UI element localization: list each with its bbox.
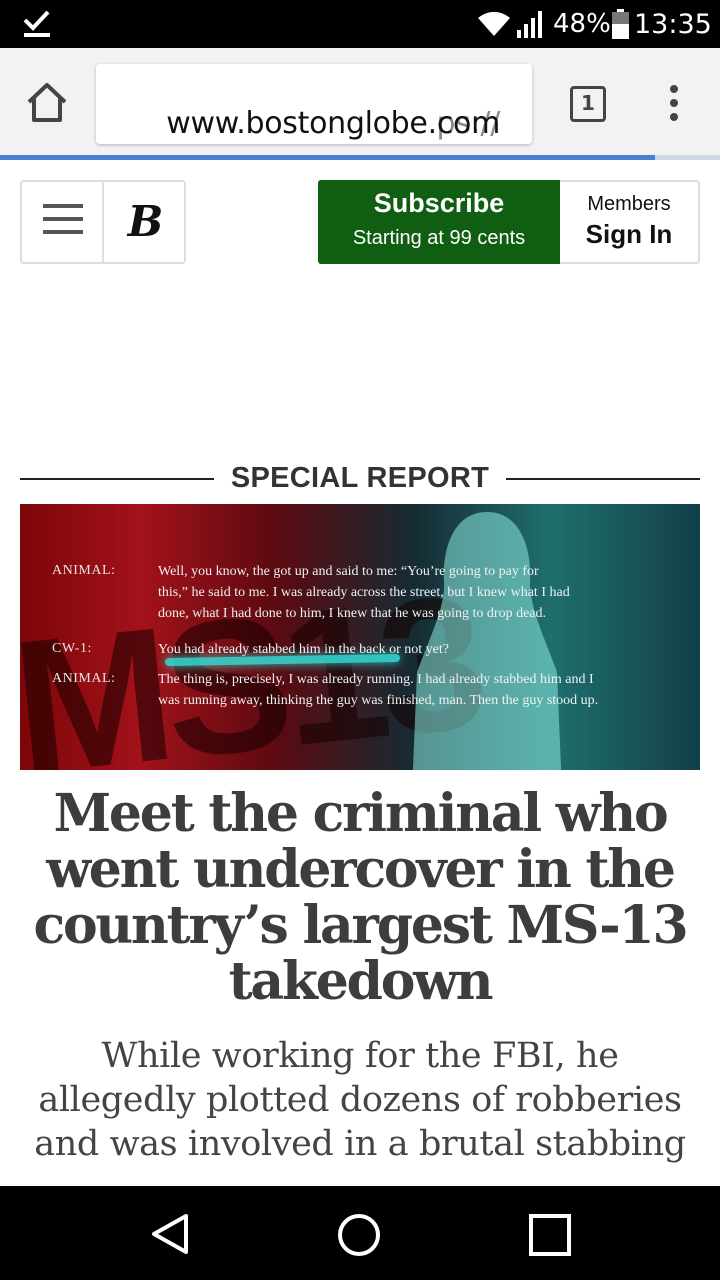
signal-icon — [517, 11, 542, 38]
section-label: SPECIAL REPORT — [230, 462, 490, 494]
recents-icon[interactable] — [528, 1213, 572, 1257]
download-done-icon — [23, 10, 50, 37]
status-bar: 48% 13:35 — [0, 0, 720, 48]
browser-toolbar: ps://www.bostonglobe.com 1 — [0, 48, 720, 156]
page-load-progress — [0, 155, 720, 160]
home-icon[interactable] — [24, 80, 70, 126]
transcript-line: The thing is, precisely, I was already r… — [158, 672, 594, 687]
transcript-speaker: CW-1: — [52, 641, 92, 656]
hero-image[interactable]: MS13 ANIMAL: Well, you know, the got up … — [20, 504, 700, 770]
article-dek: While working for the FBI, he allegedly … — [34, 1036, 686, 1164]
url-host: www.bostonglobe.com — [166, 106, 500, 141]
transcript-line: done, what I had done to him, I knew tha… — [158, 606, 547, 621]
article-headline[interactable]: Meet the criminal who went undercover in… — [30, 786, 690, 1010]
clock: 13:35 — [634, 9, 712, 40]
transcript-speaker: ANIMAL: — [52, 563, 116, 578]
globe-logo[interactable]: B — [105, 182, 186, 262]
hamburger-menu-button[interactable] — [22, 182, 104, 262]
sign-in-label: Sign In — [585, 219, 673, 249]
transcript-line: Well, you know, the got up and said to m… — [158, 564, 539, 579]
subscribe-button[interactable]: Subscribe Starting at 99 cents — [318, 180, 560, 264]
sign-in-button[interactable]: Members Sign In — [560, 180, 700, 264]
wifi-icon — [478, 11, 510, 36]
battery-percent: 48% — [553, 9, 611, 39]
transcript-line: this,” he said to me. I was already acro… — [158, 585, 570, 600]
battery-icon — [612, 9, 629, 39]
progress-fill — [0, 155, 656, 160]
back-icon[interactable] — [148, 1212, 192, 1256]
overflow-menu-icon[interactable] — [660, 83, 688, 123]
hamburger-icon — [43, 204, 83, 208]
system-nav-bar — [0, 1186, 720, 1280]
transcript-speaker: ANIMAL: — [52, 671, 116, 686]
url-bar[interactable]: ps://www.bostonglobe.com — [96, 64, 532, 144]
hamburger-icon-bar — [43, 217, 83, 221]
transcript-line: You had already stabbed him in the back … — [158, 642, 449, 657]
members-label: Members — [587, 193, 671, 215]
home-nav-icon[interactable] — [336, 1212, 382, 1258]
subscribe-title: Subscribe — [373, 188, 505, 218]
site-nav-group: B — [20, 180, 186, 264]
tab-switcher-button[interactable]: 1 — [570, 86, 606, 122]
subscribe-subtitle: Starting at 99 cents — [352, 227, 526, 249]
hamburger-icon-bar — [43, 230, 83, 234]
transcript-line: was running away, thinking the guy was f… — [158, 693, 599, 708]
